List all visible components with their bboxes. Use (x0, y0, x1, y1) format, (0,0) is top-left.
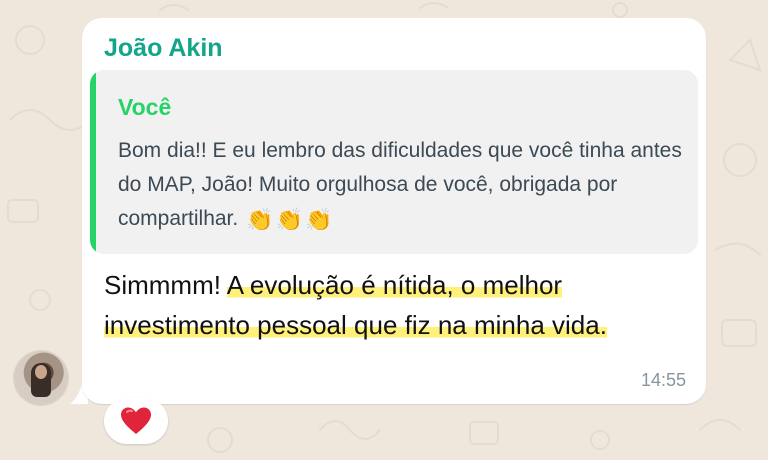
sender-name[interactable]: João Akin (104, 34, 223, 63)
message-text: Simmmm! A evolução é nítida, o melhor in… (104, 265, 684, 345)
message-text-plain: Simmmm! (104, 270, 227, 300)
avatar-face-shape (35, 365, 47, 379)
contact-avatar[interactable] (14, 351, 68, 405)
quoted-author: Você (118, 94, 172, 120)
clapping-hands-icon: 👏👏👏 (246, 207, 335, 232)
reaction-badge[interactable] (104, 398, 168, 444)
message-bubble[interactable]: João Akin Você Bom dia!! E eu lembro das… (82, 18, 706, 404)
quoted-text-body: Bom dia!! E eu lembro das dificuldades q… (118, 139, 682, 230)
message-timestamp: 14:55 (640, 370, 686, 390)
quoted-text: Bom dia!! E eu lembro das dificuldades q… (118, 134, 688, 236)
heart-icon (121, 407, 151, 434)
quote-accent-bar (90, 70, 96, 254)
quoted-message[interactable]: Você Bom dia!! E eu lembro das dificulda… (90, 70, 698, 254)
